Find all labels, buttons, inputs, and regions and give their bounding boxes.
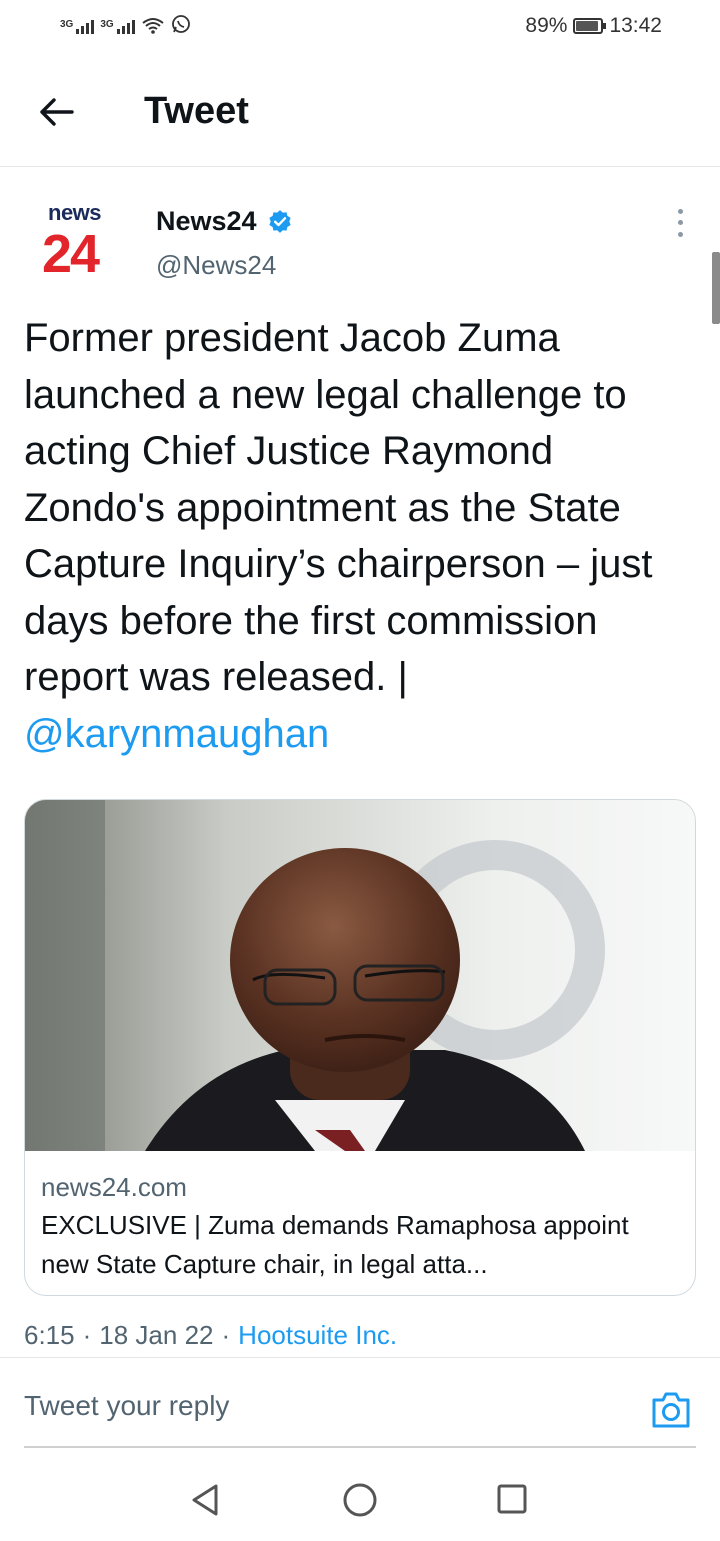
card-title: EXCLUSIVE | Zuma demands Ramaphosa appoi… [41, 1210, 629, 1279]
card-meta: news24.com EXCLUSIVE | Zuma demands Rama… [41, 1168, 681, 1284]
portrait-image [25, 800, 695, 1151]
logo-text-bottom: 24 [42, 224, 100, 284]
mention-link[interactable]: @karynmaughan [24, 712, 329, 756]
separator-dot: · [221, 1320, 231, 1350]
author-handle[interactable]: @News24 [156, 250, 276, 281]
reply-input[interactable]: Tweet your reply [24, 1390, 584, 1422]
battery-fill [576, 21, 598, 31]
scrollbar-thumb[interactable] [712, 252, 720, 324]
clock: 13:42 [609, 14, 662, 37]
nav-home-icon[interactable] [342, 1482, 378, 1518]
card-domain: news24.com [41, 1172, 187, 1202]
app-header: Tweet [0, 56, 720, 167]
tweet-date: 18 Jan 22 [99, 1320, 214, 1350]
signal-icon: 3G [100, 19, 135, 34]
signal-icon: 3G [60, 19, 95, 34]
card-image [25, 800, 695, 1151]
battery-icon [573, 18, 607, 34]
separator-dot: · [82, 1320, 92, 1350]
page-title: Tweet [144, 90, 249, 132]
tweet-text: Former president Jacob Zuma launched a n… [24, 310, 704, 762]
link-card[interactable]: news24.com EXCLUSIVE | Zuma demands Rama… [24, 799, 696, 1296]
tweet-source-link[interactable]: Hootsuite Inc. [238, 1320, 397, 1351]
nav-back-icon[interactable] [188, 1482, 224, 1518]
wifi-icon [142, 18, 164, 34]
camera-icon [652, 1392, 690, 1428]
tweet-timestamp: 6:15 · 18 Jan 22 · Hootsuite Inc. [24, 1320, 397, 1351]
tweet-body: Former president Jacob Zuma launched a n… [24, 316, 653, 699]
nav-recent-apps-icon[interactable] [496, 1483, 528, 1515]
battery-percent: 89% [525, 14, 568, 37]
author-avatar[interactable]: news 24 [38, 200, 122, 290]
arrow-left-icon [40, 98, 74, 126]
status-right: 89% 13:42 [525, 14, 662, 38]
tweet-time: 6:15 [24, 1320, 75, 1350]
reply-underline [24, 1446, 696, 1448]
logo-text-top: news [48, 200, 102, 225]
status-left: 3G 3G [60, 14, 191, 34]
author-name-label: News24 [156, 206, 257, 236]
divider [0, 1357, 720, 1358]
verified-badge-icon [268, 209, 291, 233]
more-options-icon[interactable] [668, 206, 692, 240]
back-button[interactable] [30, 88, 82, 136]
signal-label: 3G [60, 19, 74, 30]
status-bar: 3G 3G 89% 13:42 [0, 0, 720, 56]
author-name[interactable]: News24 [156, 206, 293, 237]
camera-button[interactable] [650, 1388, 692, 1430]
whatsapp-icon [171, 15, 190, 33]
signal-label: 3G [100, 19, 114, 30]
